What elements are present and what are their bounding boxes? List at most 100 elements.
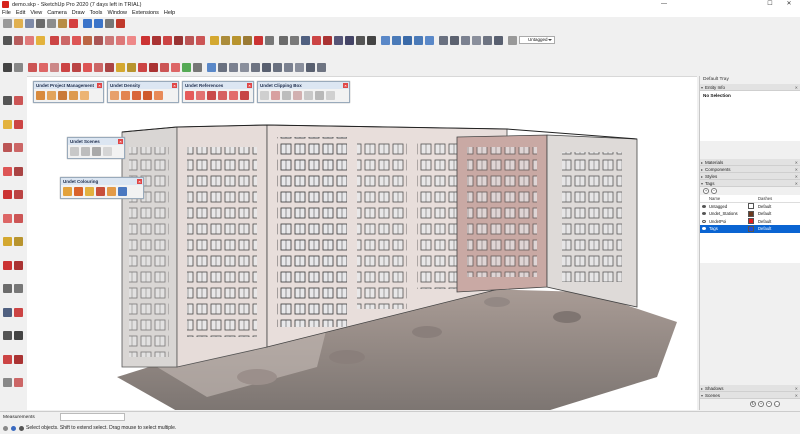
colour-classification-icon[interactable] — [96, 187, 105, 196]
scene-details-icon[interactable]: … — [774, 400, 780, 407]
colour-elevation-icon[interactable] — [85, 187, 94, 196]
tool-icon[interactable] — [3, 260, 12, 270]
circle-icon[interactable] — [94, 35, 103, 45]
scene-update-icon[interactable] — [81, 147, 90, 156]
tag-row-selected[interactable]: Tags Default — [700, 225, 800, 233]
offset-tool-icon[interactable] — [94, 62, 103, 72]
follow-tool-icon[interactable] — [105, 62, 114, 72]
lasso-icon[interactable] — [14, 62, 23, 72]
remove-scene-icon[interactable]: − — [766, 400, 772, 407]
zoom-window-icon[interactable] — [312, 35, 321, 45]
density-medium-icon[interactable] — [121, 91, 130, 100]
reference-plane-icon[interactable] — [207, 91, 216, 100]
shaded-icon[interactable] — [472, 35, 481, 45]
close-icon[interactable]: × — [172, 83, 177, 88]
line-tool-icon[interactable] — [28, 62, 37, 72]
tool-icon[interactable] — [3, 166, 12, 176]
shape-tool-icon[interactable] — [50, 62, 59, 72]
front-view-icon[interactable] — [403, 35, 412, 45]
close-icon[interactable]: × — [97, 83, 102, 88]
position-camera-icon[interactable] — [345, 35, 354, 45]
select-arrow-icon[interactable] — [3, 62, 12, 72]
3d-text-icon[interactable] — [265, 35, 274, 45]
reference-clear-icon[interactable] — [240, 91, 249, 100]
measure-tool-icon[interactable] — [116, 62, 125, 72]
refresh-scene-icon[interactable]: ↻ — [750, 400, 756, 407]
eye-icon[interactable] — [700, 226, 707, 231]
eye-icon[interactable] — [700, 211, 707, 216]
colour-rgb-icon[interactable] — [63, 187, 72, 196]
clip-top-icon[interactable] — [304, 91, 313, 100]
look-around-icon[interactable] — [356, 35, 365, 45]
new-file-icon[interactable] — [3, 19, 12, 28]
right-view-icon[interactable] — [414, 35, 423, 45]
reference-point-icon[interactable] — [185, 91, 194, 100]
styles-panel-header[interactable]: Styles ✕ — [700, 173, 800, 180]
erase-icon[interactable] — [69, 19, 78, 28]
tool-icon[interactable] — [14, 331, 23, 340]
close-icon[interactable]: ✕ — [795, 173, 798, 180]
tool-icon[interactable] — [3, 354, 12, 364]
menu-view[interactable]: View — [30, 10, 42, 16]
credits-icon[interactable] — [19, 425, 24, 431]
offset-icon[interactable] — [196, 35, 205, 45]
density-low-icon[interactable] — [110, 91, 119, 100]
tool-icon[interactable] — [3, 237, 12, 246]
freehand-icon[interactable] — [61, 35, 70, 45]
save-icon[interactable] — [25, 19, 34, 28]
tool-icon[interactable] — [14, 237, 23, 246]
tool-icon[interactable] — [3, 213, 12, 223]
measurements-input[interactable] — [60, 413, 125, 421]
density-adaptive-icon[interactable] — [154, 91, 163, 100]
tool-icon[interactable] — [3, 96, 12, 105]
entity-info-panel-header[interactable]: Entity Info ✕ — [700, 84, 800, 91]
print-icon[interactable] — [105, 19, 114, 28]
reference-snap-icon[interactable] — [229, 91, 238, 100]
zoom-icon[interactable] — [301, 35, 310, 45]
close-icon[interactable]: × — [247, 83, 252, 88]
outer-shell-icon[interactable] — [273, 62, 282, 72]
tag-dropdown[interactable]: Untagged — [519, 36, 555, 44]
tag-color[interactable] — [747, 210, 755, 217]
density-max-icon[interactable] — [143, 91, 152, 100]
arc-tool-icon[interactable] — [39, 62, 48, 72]
copy-icon[interactable] — [47, 19, 56, 28]
shadows-panel-header[interactable]: Shadows ✕ — [700, 385, 800, 392]
warehouse-icon[interactable] — [284, 62, 293, 72]
section-tool-icon[interactable] — [138, 62, 147, 72]
tool-icon[interactable] — [14, 213, 23, 223]
clip-edit-icon[interactable] — [271, 91, 280, 100]
redo-icon[interactable] — [94, 19, 103, 28]
extension-warehouse-icon[interactable] — [295, 62, 304, 72]
scene-add-icon[interactable] — [70, 147, 79, 156]
tag-dashes[interactable]: Default — [755, 219, 785, 224]
add-tag-icon[interactable]: + — [703, 188, 709, 194]
tool-icon[interactable] — [3, 119, 12, 129]
walk-icon[interactable] — [367, 35, 376, 45]
hidden-line-icon[interactable] — [461, 35, 470, 45]
project-open-icon[interactable] — [36, 91, 45, 100]
xray-icon[interactable] — [439, 35, 448, 45]
guide-tool-icon[interactable] — [127, 62, 136, 72]
scale-tool-icon[interactable] — [83, 62, 92, 72]
tool-icon[interactable] — [3, 378, 12, 387]
tool-icon[interactable] — [14, 284, 23, 293]
pie-icon[interactable] — [127, 35, 136, 45]
clip-box-icon[interactable] — [260, 91, 269, 100]
tool-icon[interactable] — [14, 166, 23, 176]
tool-icon[interactable] — [3, 143, 12, 152]
tool-icon[interactable] — [14, 96, 23, 105]
close-icon[interactable]: ✕ — [795, 385, 798, 392]
tag-dashes[interactable]: Default — [755, 226, 785, 231]
eraser-icon[interactable] — [25, 35, 34, 45]
tool-icon[interactable] — [14, 143, 23, 152]
menu-tools[interactable]: Tools — [90, 10, 103, 16]
tag-dashes[interactable]: Default — [755, 204, 785, 209]
make-component-icon[interactable] — [14, 35, 23, 45]
model-viewport[interactable]: Undet Project Management × Undet Density ×… — [27, 76, 697, 410]
tool-icon[interactable] — [14, 119, 23, 129]
solid-union-icon[interactable] — [218, 62, 227, 72]
section-fill-icon[interactable] — [160, 62, 169, 72]
trimble-connect-icon[interactable] — [317, 62, 326, 72]
project-import-icon[interactable] — [47, 91, 56, 100]
